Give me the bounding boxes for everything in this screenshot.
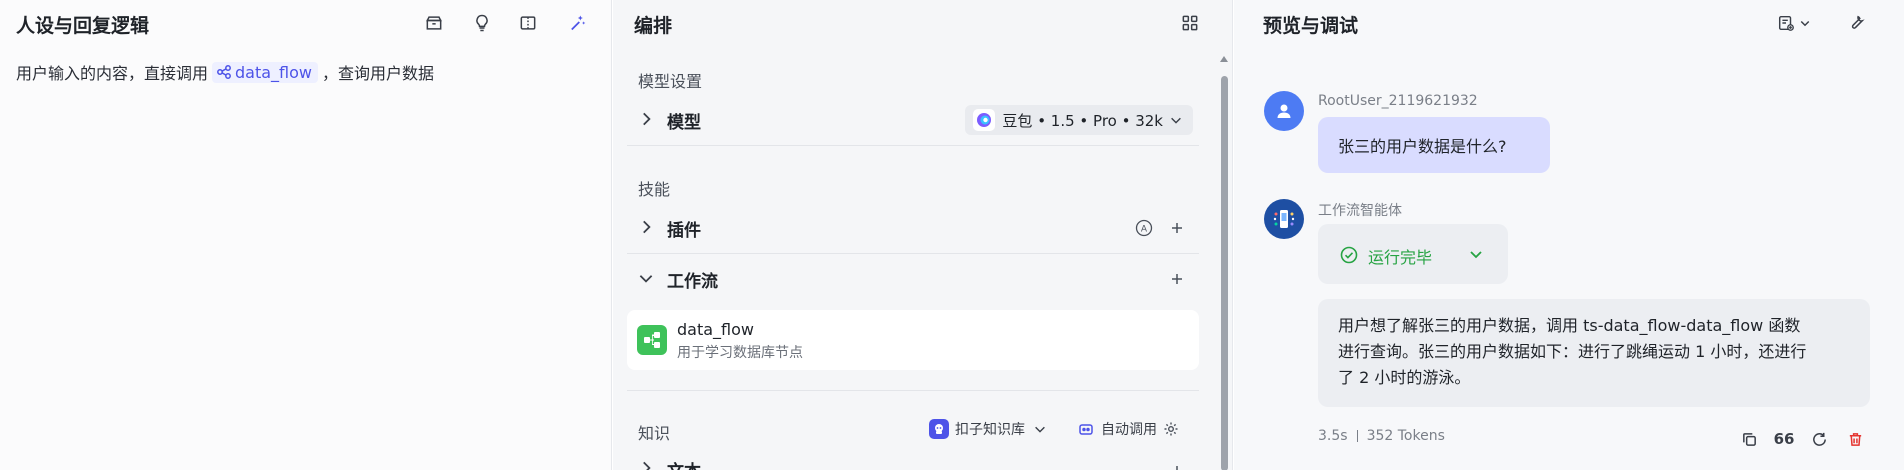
- check-circle-icon: [1340, 246, 1358, 264]
- auto-mode-icon[interactable]: A: [1134, 218, 1154, 238]
- wrench-icon[interactable]: [1844, 11, 1868, 35]
- bot-avatar: [1264, 199, 1304, 239]
- user-message-bubble: 张三的用户数据是什么?: [1318, 117, 1550, 173]
- chevron-down-icon: [1035, 426, 1045, 433]
- lightbulb-icon[interactable]: [470, 11, 494, 35]
- chevron-right-icon[interactable]: [637, 218, 655, 236]
- split-view-icon[interactable]: [516, 11, 540, 35]
- chevron-down-icon[interactable]: [637, 269, 655, 287]
- model-row[interactable]: 模型 豆包 • 1.5 • Pro • 32k: [627, 95, 1199, 145]
- workflow-item-description: 用于学习数据库节点: [677, 345, 803, 361]
- bot-message-line: 进行查询。张三的用户数据如下：进行了跳绳运动 1 小时，还进行: [1338, 342, 1807, 361]
- arrange-title: 编排: [634, 15, 673, 37]
- user-avatar: [1264, 91, 1304, 131]
- chevron-down-icon[interactable]: [1468, 246, 1484, 262]
- run-status-card[interactable]: 运行完毕: [1318, 224, 1508, 284]
- robot-icon: [1079, 424, 1093, 435]
- add-plugin-icon[interactable]: [1167, 218, 1187, 238]
- workflow-reference-chip[interactable]: data_flow: [212, 61, 319, 83]
- copy-icon[interactable]: [1739, 429, 1759, 449]
- prompt-text-before: 用户输入的内容，直接调用: [16, 64, 209, 83]
- knowledge-label: 知识: [638, 424, 671, 443]
- scrollbar-thumb[interactable]: [1221, 76, 1228, 470]
- divider: [627, 145, 1199, 146]
- user-name: RootUser_2119621932: [1318, 93, 1478, 109]
- auto-call-selector[interactable]: 自动调用: [1077, 419, 1179, 439]
- scrollbar[interactable]: [1218, 54, 1230, 470]
- doubao-logo-icon: [973, 109, 996, 131]
- add-text-knowledge-icon[interactable]: [1167, 461, 1187, 470]
- prompt-text-after: ，查询用户数据: [322, 64, 435, 83]
- model-row-title: 模型: [667, 113, 701, 133]
- chevron-down-icon: [1171, 117, 1181, 124]
- quote-icon[interactable]: 66: [1774, 429, 1795, 449]
- model-name: 豆包 • 1.5 • Pro • 32k: [1002, 111, 1163, 130]
- workflow-icon: [217, 65, 231, 79]
- bot-name: 工作流智能体: [1318, 203, 1402, 219]
- chevron-right-icon[interactable]: [637, 110, 655, 128]
- token-count: 352 Tokens: [1366, 428, 1445, 444]
- delete-icon[interactable]: [1845, 429, 1865, 449]
- persona-panel: 人设与回复逻辑 用户输入的内容，直接调用 data_flow ，查询用户数据: [0, 0, 612, 470]
- debug-settings-dropdown[interactable]: [1772, 11, 1816, 35]
- workflow-row[interactable]: 工作流: [627, 254, 1199, 304]
- bot-message-line: 用户想了解张三的用户数据，调用 ts-data_flow-data_flow 函…: [1338, 316, 1801, 335]
- text-knowledge-row-title: 文本: [667, 457, 701, 470]
- skills-label: 技能: [638, 180, 671, 199]
- preview-header: 预览与调试: [1234, 0, 1904, 46]
- workflow-item-data-flow[interactable]: data_flow 用于学习数据库节点: [627, 310, 1199, 370]
- persona-header: 人设与回复逻辑: [0, 0, 611, 46]
- workflow-reference-label: data_flow: [235, 62, 313, 82]
- preview-title: 预览与调试: [1263, 15, 1359, 37]
- prompt-text[interactable]: 用户输入的内容，直接调用 data_flow ，查询用户数据: [16, 60, 434, 84]
- workflow-item-name: data_flow: [677, 320, 754, 339]
- workflow-row-title: 工作流: [667, 272, 718, 292]
- knowledge-source-label: 扣子知识库: [955, 422, 1025, 438]
- bot-message-bubble: 用户想了解张三的用户数据，调用 ts-data_flow-data_flow 函…: [1318, 299, 1870, 407]
- bot-message-line: 了 2 小时的游泳。: [1338, 368, 1471, 387]
- scroll-up-arrow-icon[interactable]: [1220, 56, 1228, 62]
- run-status-text: 运行完毕: [1368, 248, 1433, 267]
- divider: [627, 390, 1199, 391]
- arrange-header: 编排: [613, 0, 1232, 46]
- response-duration: 3.5s: [1318, 428, 1348, 444]
- auto-call-label: 自动调用: [1101, 422, 1157, 438]
- model-settings-label: 模型设置: [638, 72, 703, 91]
- chevron-down-icon: [1800, 20, 1810, 27]
- archive-icon[interactable]: [422, 11, 446, 35]
- workflow-icon: [637, 325, 667, 355]
- text-knowledge-row[interactable]: 文本: [627, 455, 1199, 470]
- magic-wand-icon[interactable]: [565, 11, 589, 35]
- message-meta: 3.5s 352 Tokens: [1318, 428, 1445, 444]
- chevron-right-icon[interactable]: [637, 459, 655, 470]
- arrange-panel: 编排 模型设置 模型 豆包 • 1.5 • Pro • 32k 技能 插件 A …: [613, 0, 1233, 470]
- coze-kb-icon: [929, 419, 949, 439]
- regenerate-icon[interactable]: [1809, 429, 1829, 449]
- gear-icon[interactable]: [1163, 421, 1179, 437]
- debug-panel-icon: [1778, 15, 1794, 31]
- persona-title: 人设与回复逻辑: [16, 15, 150, 37]
- plugins-row-title: 插件: [667, 221, 701, 241]
- svg-text:A: A: [1141, 225, 1148, 235]
- plugins-row[interactable]: 插件 A: [627, 203, 1199, 253]
- knowledge-source-selector[interactable]: 扣子知识库: [929, 419, 1047, 439]
- layout-grid-icon[interactable]: [1178, 11, 1202, 35]
- meta-separator: [1356, 430, 1358, 442]
- add-workflow-icon[interactable]: [1167, 269, 1187, 289]
- model-selector[interactable]: 豆包 • 1.5 • Pro • 32k: [965, 105, 1193, 135]
